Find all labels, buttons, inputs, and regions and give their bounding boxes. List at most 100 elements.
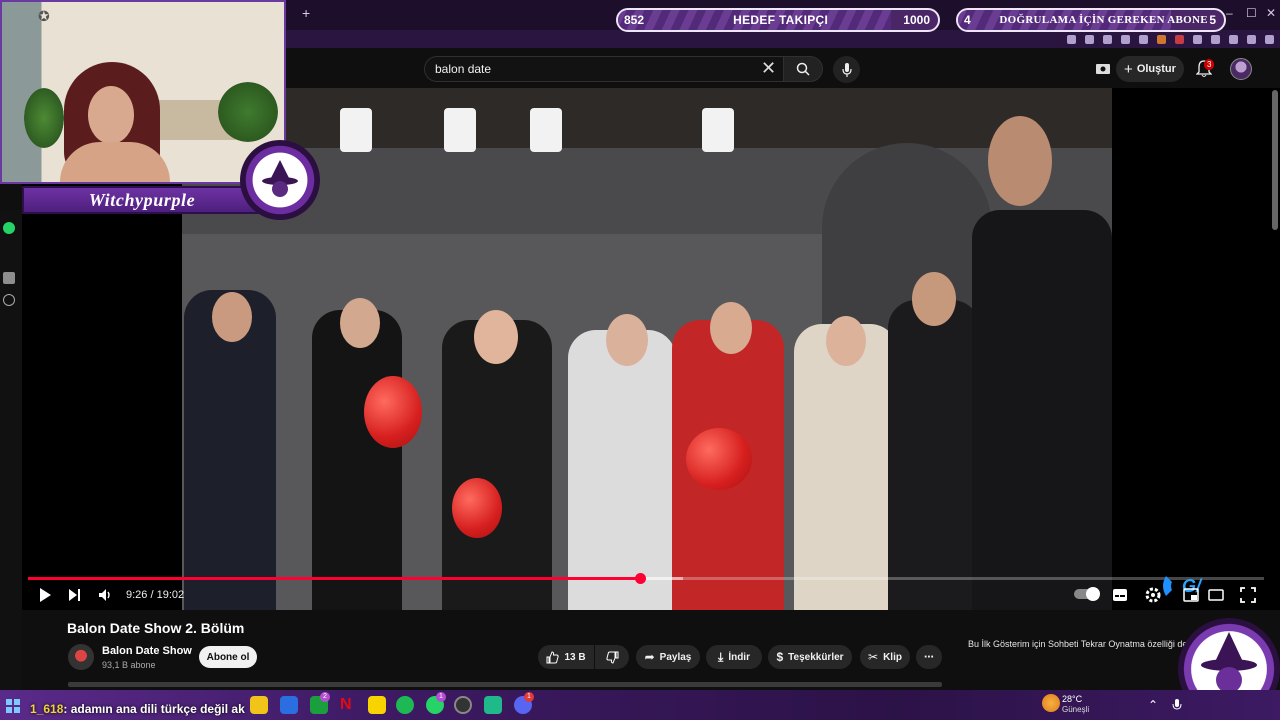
obs-icon[interactable] bbox=[454, 696, 472, 714]
clear-search-icon[interactable]: ✕ bbox=[761, 59, 776, 77]
video-title: Balon Date Show 2. Bölüm bbox=[67, 620, 245, 636]
download-label: İndir bbox=[728, 651, 750, 663]
tray-chevron-icon[interactable]: ⌃ bbox=[1148, 698, 1158, 712]
progress-scrubber[interactable] bbox=[634, 573, 646, 584]
account-avatar[interactable] bbox=[1230, 58, 1252, 80]
person-head bbox=[606, 314, 648, 366]
close-window-button[interactable]: ✕ bbox=[1266, 6, 1276, 20]
clip-button[interactable]: ✂ Klip bbox=[860, 645, 910, 669]
host-head bbox=[988, 116, 1052, 206]
netflix-icon[interactable]: N bbox=[340, 696, 358, 714]
red-balloon bbox=[364, 376, 422, 448]
windows-start-icon[interactable] bbox=[6, 699, 20, 713]
maximize-button[interactable]: ☐ bbox=[1246, 6, 1257, 20]
left-sidebar bbox=[0, 210, 22, 690]
plus-icon: + bbox=[1124, 60, 1133, 78]
discord-badge: 1 bbox=[524, 692, 534, 702]
subscribe-button[interactable]: Abone ol bbox=[199, 646, 257, 668]
subtitles-icon[interactable] bbox=[1112, 587, 1128, 603]
thanks-button[interactable]: $ Teşekkürler bbox=[768, 645, 852, 669]
fullscreen-icon[interactable] bbox=[1240, 587, 1256, 603]
history-icon[interactable] bbox=[3, 294, 15, 306]
app-icon[interactable] bbox=[484, 696, 502, 714]
clip-label: Klip bbox=[883, 651, 902, 663]
share-button[interactable]: ➦ Paylaş bbox=[636, 645, 700, 669]
subscriber-count: 93,1 B abone bbox=[102, 660, 156, 670]
witch-logo-icon bbox=[240, 140, 320, 220]
scissors-icon: ✂ bbox=[868, 650, 879, 664]
extension-icon[interactable] bbox=[1247, 34, 1256, 44]
sub-goal-target: 5 bbox=[1209, 13, 1216, 27]
new-tab-button[interactable]: + bbox=[302, 5, 310, 21]
download-icon: ⤓ bbox=[718, 649, 724, 664]
theater-mode-icon[interactable] bbox=[1208, 587, 1224, 603]
whatsapp-icon[interactable] bbox=[3, 222, 15, 234]
store-icon[interactable] bbox=[280, 696, 298, 714]
witch-hat-icon bbox=[262, 160, 298, 197]
channel-avatar[interactable] bbox=[68, 644, 94, 670]
red-balloon bbox=[452, 478, 502, 538]
follower-goal-bar: 852 HEDEF TAKIPÇI 1000 bbox=[616, 8, 940, 32]
extension-icon[interactable] bbox=[1193, 34, 1202, 44]
video-progress-bar[interactable] bbox=[28, 573, 1264, 584]
search-input[interactable]: balon date bbox=[424, 56, 784, 82]
person bbox=[794, 324, 898, 610]
chat-overlay-message: 1_618: adamın ana dili türkçe değil ak bbox=[30, 702, 245, 716]
video-ceiling bbox=[182, 88, 1112, 148]
person bbox=[888, 300, 980, 610]
weather-description: Güneşli bbox=[1062, 705, 1090, 714]
ceiling-light bbox=[340, 108, 372, 152]
person bbox=[312, 310, 402, 610]
extension-icon[interactable] bbox=[1121, 34, 1130, 44]
search-button[interactable] bbox=[783, 56, 823, 82]
settings-icon[interactable] bbox=[3, 620, 15, 632]
cast-icon[interactable] bbox=[1095, 61, 1111, 77]
spotify-icon[interactable] bbox=[396, 696, 414, 714]
extension-icon[interactable] bbox=[1067, 34, 1076, 44]
extension-icon[interactable] bbox=[1085, 34, 1094, 44]
page-scrollbar[interactable] bbox=[1272, 90, 1278, 230]
sub-goal-bar: 4 DOĞRULAMA İÇİN GEREKEN ABONE 5 bbox=[956, 8, 1226, 32]
more-actions-button[interactable]: ⋯ bbox=[916, 645, 942, 669]
create-label: Oluştur bbox=[1136, 63, 1176, 75]
voice-search-button[interactable] bbox=[833, 56, 860, 83]
weather-icon[interactable] bbox=[1042, 694, 1060, 712]
create-button[interactable]: + Oluştur bbox=[1116, 56, 1184, 82]
file-explorer-icon[interactable] bbox=[250, 696, 268, 714]
dislike-button[interactable] bbox=[595, 645, 629, 669]
next-icon[interactable] bbox=[68, 587, 82, 603]
extension-icon[interactable] bbox=[1139, 34, 1148, 44]
extension-icon[interactable] bbox=[1229, 34, 1238, 44]
person-head bbox=[826, 316, 866, 366]
sidebar-app-icon[interactable] bbox=[3, 272, 15, 284]
play-icon[interactable] bbox=[38, 587, 52, 603]
minimize-button[interactable]: – bbox=[1226, 6, 1233, 20]
extension-icon[interactable] bbox=[1211, 34, 1220, 44]
person-head bbox=[340, 298, 380, 348]
like-button[interactable]: 13 B bbox=[538, 645, 594, 669]
autoplay-toggle[interactable] bbox=[1074, 587, 1100, 601]
extension-icon[interactable] bbox=[1103, 34, 1112, 44]
person-head bbox=[710, 302, 752, 354]
extension-icon[interactable] bbox=[1265, 34, 1274, 44]
person-head bbox=[912, 272, 956, 326]
channel-name[interactable]: Balon Date Show bbox=[102, 645, 192, 657]
xbox-badge: 2 bbox=[320, 692, 330, 702]
volume-icon[interactable] bbox=[98, 587, 114, 603]
thumbs-down-icon bbox=[605, 651, 618, 664]
host bbox=[972, 210, 1112, 610]
extension-icons bbox=[1030, 30, 1280, 48]
person bbox=[568, 330, 676, 610]
download-button[interactable]: ⤓ İndir bbox=[706, 645, 762, 669]
weather-temperature: 28°C bbox=[1062, 694, 1083, 704]
dollar-icon: $ bbox=[776, 650, 784, 664]
notes-icon[interactable] bbox=[368, 696, 386, 714]
miniplayer-icon[interactable] bbox=[1183, 587, 1199, 603]
tray-mic-icon[interactable] bbox=[1172, 698, 1182, 712]
person-head bbox=[474, 310, 518, 364]
person-head bbox=[212, 292, 252, 342]
thumbs-up-icon bbox=[546, 650, 560, 663]
extension-icon[interactable] bbox=[1157, 34, 1166, 44]
extension-icon[interactable] bbox=[1175, 34, 1184, 44]
red-balloon bbox=[686, 428, 752, 490]
